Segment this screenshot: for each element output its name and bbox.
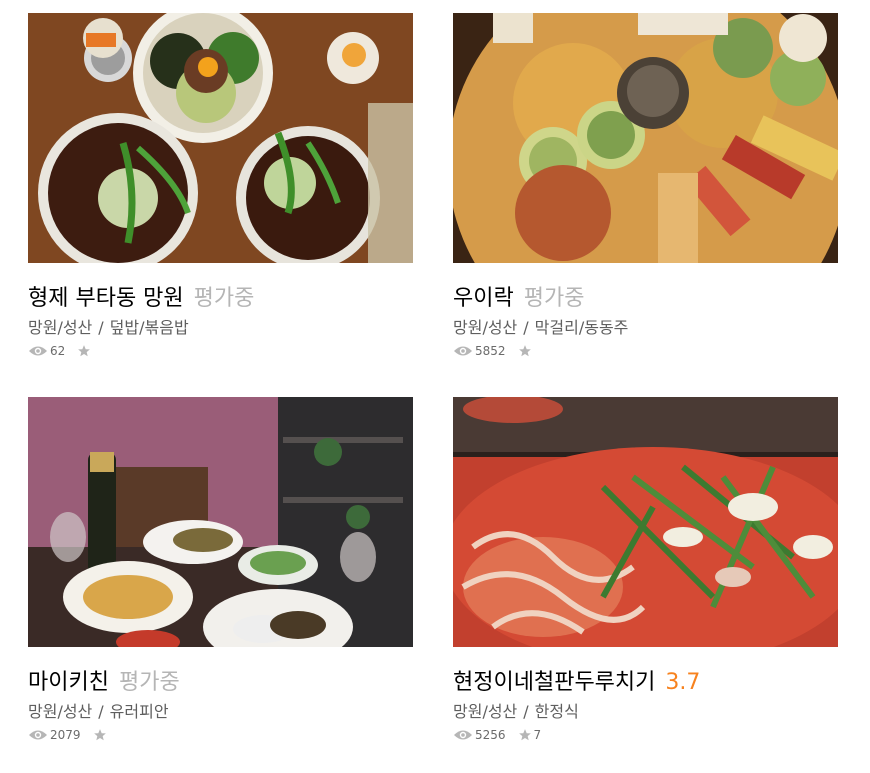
restaurant-area: 망원/성산 <box>453 702 518 721</box>
restaurant-meta: 망원/성산 / 유러피안 <box>28 701 413 723</box>
restaurant-name[interactable]: 현정이네철판두루치기 <box>453 670 655 695</box>
restaurant-score: 평가중 <box>118 670 180 695</box>
restaurant-meta: 망원/성산 / 덮밥/볶음밥 <box>28 317 413 339</box>
star-icon <box>93 729 106 741</box>
restaurant-category: 유러피안 <box>109 702 169 721</box>
view-count: 62 <box>50 344 66 358</box>
view-count: 5852 <box>475 344 506 358</box>
meta-separator: / <box>98 318 104 337</box>
restaurant-meta: 망원/성산 / 막걸리/동동주 <box>453 317 838 339</box>
restaurant-stats: 5256 7 <box>453 726 838 744</box>
food-photo-duruchigi <box>453 397 838 647</box>
restaurant-name[interactable]: 마이키친 <box>28 670 109 695</box>
restaurant-stats: 5852 <box>453 342 838 360</box>
star-icon <box>518 729 531 741</box>
restaurant-card[interactable]: 마이키친 평가중 망원/성산 / 유러피안 2079 <box>28 397 413 744</box>
star-icon <box>518 345 531 357</box>
food-photo-mykitchen <box>28 397 413 647</box>
restaurant-card[interactable]: 우이락 평가중 망원/성산 / 막걸리/동동주 5852 <box>453 13 838 360</box>
view-count: 5256 <box>475 728 506 742</box>
title-row: 현정이네철판두루치기 3.7 <box>453 667 838 699</box>
star-icon <box>78 345 91 357</box>
restaurant-photo[interactable] <box>453 13 838 263</box>
eye-icon <box>454 730 472 740</box>
restaurant-category: 막걸리/동동주 <box>534 318 629 337</box>
restaurant-area: 망원/성산 <box>28 702 93 721</box>
restaurant-score: 평가중 <box>523 286 585 311</box>
view-count: 2079 <box>50 728 81 742</box>
meta-separator: / <box>523 702 529 721</box>
restaurant-stats: 62 <box>28 342 413 360</box>
restaurant-category: 덮밥/볶음밥 <box>109 318 189 337</box>
eye-icon <box>454 346 472 356</box>
title-row: 형제 부타동 망원 평가중 <box>28 283 413 315</box>
restaurant-score: 평가중 <box>193 286 255 311</box>
restaurant-category: 한정식 <box>534 702 579 721</box>
title-row: 마이키친 평가중 <box>28 667 413 699</box>
title-row: 우이락 평가중 <box>453 283 838 315</box>
meta-separator: / <box>98 702 104 721</box>
restaurant-score: 3.7 <box>665 670 701 695</box>
restaurant-photo[interactable] <box>28 13 413 263</box>
meta-separator: / <box>523 318 529 337</box>
food-photo-jeon <box>453 13 838 263</box>
restaurant-photo[interactable] <box>453 397 838 647</box>
restaurant-name[interactable]: 형제 부타동 망원 <box>28 286 184 311</box>
food-photo-butadong <box>28 13 413 263</box>
restaurant-card[interactable]: 형제 부타동 망원 평가중 망원/성산 / 덮밥/볶음밥 62 <box>28 13 413 360</box>
restaurant-card[interactable]: 현정이네철판두루치기 3.7 망원/성산 / 한정식 5256 7 <box>453 397 838 744</box>
eye-icon <box>29 346 47 356</box>
restaurant-area: 망원/성산 <box>28 318 93 337</box>
restaurant-photo[interactable] <box>28 397 413 647</box>
restaurant-name[interactable]: 우이락 <box>453 286 514 311</box>
eye-icon <box>29 730 47 740</box>
restaurant-area: 망원/성산 <box>453 318 518 337</box>
restaurant-stats: 2079 <box>28 726 413 744</box>
review-count: 7 <box>533 728 542 742</box>
restaurant-meta: 망원/성산 / 한정식 <box>453 701 838 723</box>
